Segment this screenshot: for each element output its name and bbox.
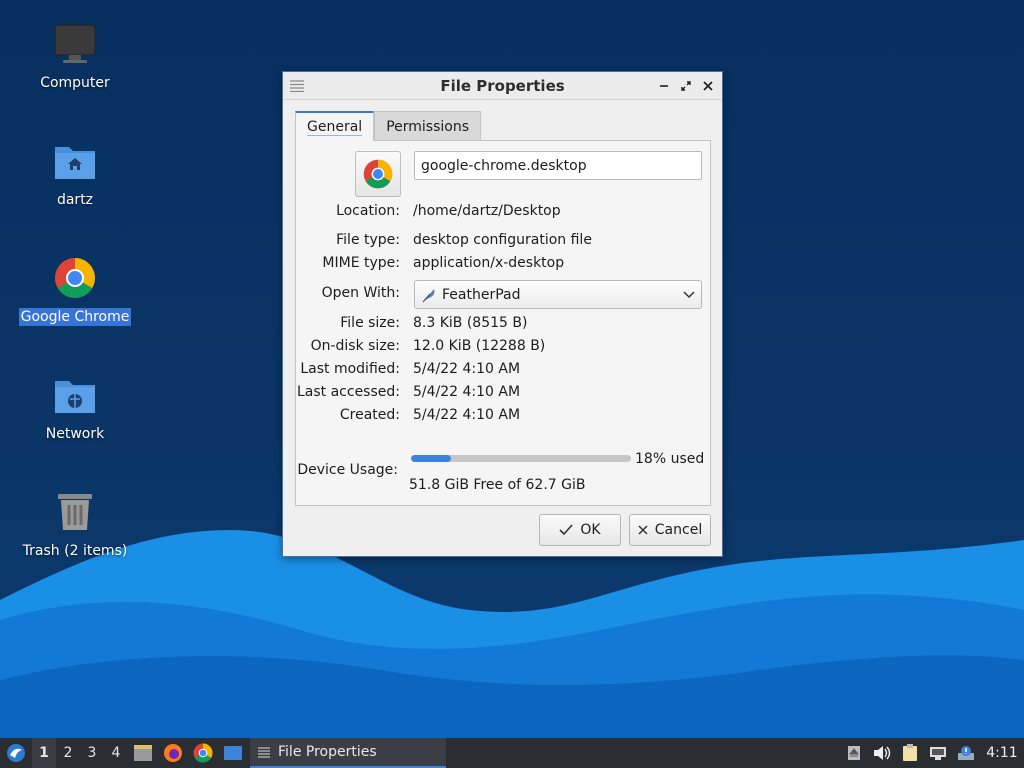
desktop-icon-label: Trash (2 items) — [22, 543, 128, 559]
file-type-value: desktop configuration file — [413, 232, 592, 248]
desktop-icon-computer[interactable]: Computer — [15, 20, 135, 92]
tab-permissions[interactable]: Permissions — [374, 111, 481, 141]
maximize-icon[interactable] — [676, 76, 696, 96]
file-type-row: File type: desktop configuration file — [296, 232, 712, 252]
task-label: File Properties — [278, 744, 377, 760]
file-type-label: File type: — [336, 232, 400, 248]
desktop-icon-chrome[interactable]: Google Chrome — [15, 254, 135, 326]
check-icon — [559, 524, 573, 536]
location-label: Location: — [336, 203, 400, 219]
firefox-launcher[interactable] — [158, 738, 188, 768]
taskbar: 1 2 3 4 File Properties 4:11 — [0, 738, 1024, 768]
cancel-label: Cancel — [654, 522, 703, 538]
location-value: /home/dartz/Desktop — [413, 203, 561, 219]
minimize-icon[interactable] — [654, 76, 674, 96]
volume-icon[interactable] — [868, 738, 896, 768]
cancel-button[interactable]: Cancel — [629, 514, 711, 546]
chrome-icon — [51, 254, 99, 302]
file-manager-launcher[interactable] — [128, 738, 158, 768]
usage-free: 51.8 GiB Free of 62.7 GiB — [409, 477, 586, 493]
chrome-icon — [363, 159, 393, 189]
desktop-icon-label: Network — [45, 426, 105, 442]
show-desktop-button[interactable] — [218, 738, 248, 768]
clipboard-icon[interactable] — [896, 738, 924, 768]
location-row: Location: /home/dartz/Desktop — [296, 203, 712, 223]
file-manager-icon — [134, 745, 152, 761]
chevron-down-icon — [683, 290, 695, 299]
monitor-icon — [51, 20, 99, 68]
open-with-value: FeatherPad — [442, 286, 521, 303]
mime-type-label: MIME type: — [322, 255, 400, 271]
open-with-label: Open With: — [321, 285, 400, 301]
modified-value: 5/4/22 4:10 AM — [413, 361, 521, 377]
workspace-2[interactable]: 2 — [56, 738, 80, 768]
desktop-icon-home[interactable]: dartz — [15, 137, 135, 209]
desktop-icon-label: dartz — [56, 192, 94, 208]
created-row: Created: 5/4/22 4:10 AM — [296, 407, 712, 427]
disk-size-row: On-disk size: 12.0 KiB (12288 B) — [296, 338, 712, 358]
chrome-launcher[interactable] — [188, 738, 218, 768]
desktop-icon-label: Google Chrome — [18, 308, 132, 326]
disk-size-value: 12.0 KiB (12288 B) — [413, 338, 546, 354]
lubuntu-logo-icon — [7, 744, 25, 762]
window-menu-icon[interactable] — [283, 72, 311, 100]
usage-free-row: 51.8 GiB Free of 62.7 GiB — [296, 477, 712, 497]
desktop-icon-trash[interactable]: Trash (2 items) — [15, 488, 135, 560]
network-folder-icon — [51, 371, 99, 419]
desktop-icon — [224, 746, 242, 760]
chrome-icon — [193, 743, 213, 763]
update-notifier-icon[interactable] — [952, 738, 980, 768]
general-panel: Location: /home/dartz/Desktop File type:… — [295, 140, 711, 506]
accessed-label: Last accessed: — [296, 384, 400, 400]
accessed-row: Last accessed: 5/4/22 4:10 AM — [296, 384, 712, 404]
usage-percent-row: 18% used — [296, 451, 712, 471]
ok-button[interactable]: OK — [539, 514, 621, 546]
close-icon[interactable] — [698, 76, 718, 96]
firefox-icon — [164, 744, 182, 762]
file-size-row: File size: 8.3 KiB (8515 B) — [296, 315, 712, 335]
tab-bar: General Permissions — [295, 111, 481, 141]
created-label: Created: — [339, 407, 400, 423]
tab-label: General — [307, 118, 363, 136]
system-tray: 4:11 — [840, 738, 1024, 768]
file-size-label: File size: — [340, 315, 400, 331]
trash-icon — [51, 488, 99, 536]
start-menu-button[interactable] — [0, 738, 32, 768]
network-wired-icon[interactable] — [924, 738, 952, 768]
taskbar-task-file-properties[interactable]: File Properties — [250, 738, 446, 768]
accessed-value: 5/4/22 4:10 AM — [413, 384, 521, 400]
tab-label: Permissions — [386, 118, 469, 135]
change-icon-button[interactable] — [355, 151, 401, 197]
file-properties-dialog: File Properties General Permissions goog… — [282, 71, 723, 557]
disk-size-label: On-disk size: — [310, 338, 400, 354]
file-size-value: 8.3 KiB (8515 B) — [413, 315, 528, 331]
modified-row: Last modified: 5/4/22 4:10 AM — [296, 361, 712, 381]
tab-general[interactable]: General — [295, 111, 375, 141]
ok-label: OK — [580, 522, 601, 538]
home-folder-icon — [51, 137, 99, 185]
title-bar[interactable]: File Properties — [283, 72, 722, 100]
created-value: 5/4/22 4:10 AM — [413, 407, 521, 423]
clock[interactable]: 4:11 — [980, 745, 1024, 761]
filename-input[interactable] — [414, 151, 702, 180]
usage-percent: 18% used — [635, 451, 705, 467]
mime-type-row: MIME type: application/x-desktop — [296, 255, 712, 275]
mime-type-value: application/x-desktop — [413, 255, 565, 271]
open-with-select[interactable]: FeatherPad — [414, 280, 702, 309]
eject-icon[interactable] — [840, 738, 868, 768]
window-menu-icon — [258, 746, 270, 758]
desktop-icon-label: Computer — [40, 75, 110, 91]
workspace-1[interactable]: 1 — [32, 738, 56, 768]
modified-label: Last modified: — [300, 361, 400, 377]
featherpad-icon — [421, 286, 439, 304]
desktop-icon-network[interactable]: Network — [15, 371, 135, 443]
workspace-4[interactable]: 4 — [104, 738, 128, 768]
cancel-x-icon — [638, 525, 648, 535]
workspace-3[interactable]: 3 — [80, 738, 104, 768]
